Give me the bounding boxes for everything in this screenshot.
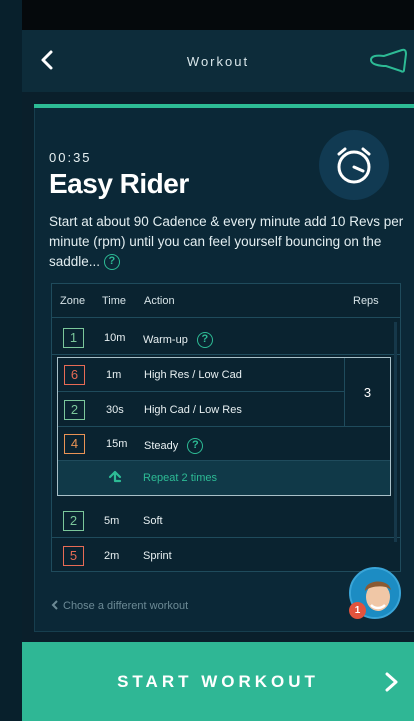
zone-badge: 4 (64, 434, 85, 454)
back-arrow-icon[interactable] (36, 48, 60, 72)
row-action-label: Soft (143, 515, 163, 527)
table-row[interactable]: 4 15m Steady ? (58, 427, 390, 461)
row-time: 10m (104, 332, 126, 344)
table-row[interactable]: 2 30s High Cad / Low Res (58, 393, 344, 427)
workout-title: Easy Rider (49, 168, 189, 199)
status-bar (22, 0, 414, 30)
notification-badge: 1 (349, 602, 366, 619)
page-title: Workout (186, 53, 250, 69)
row-action-label: Steady (144, 439, 179, 452)
choose-workout-link[interactable]: Chose a different workout (51, 600, 188, 612)
table-header: Zone Time Action Reps (52, 284, 400, 318)
header-time: Time (102, 295, 127, 307)
repeat-label: Repeat 2 times (143, 472, 217, 484)
chevron-right-icon (385, 672, 398, 692)
zone-badge: 6 (64, 365, 85, 385)
zone-badge: 5 (63, 546, 84, 566)
zone-badge: 2 (63, 511, 84, 531)
stopwatch-badge (319, 130, 389, 200)
help-icon[interactable]: ? (103, 254, 120, 271)
row-action-label: Sprint (143, 550, 172, 562)
help-icon[interactable]: ? (187, 438, 204, 454)
row-action-label: High Cad / Low Res (144, 404, 242, 416)
left-edge-panel (0, 0, 22, 721)
help-icon[interactable]: ? (196, 332, 213, 348)
choose-workout-label: Chose a different workout (63, 600, 189, 612)
row-time: 5m (104, 515, 120, 527)
table-row[interactable]: 1 10m Warm-up ? (52, 321, 400, 355)
row-time: 2m (104, 550, 120, 562)
zone-badge: 2 (64, 400, 85, 420)
group-reps: 3 (344, 358, 390, 427)
row-action: Steady ? (144, 438, 204, 454)
repeat-row: Repeat 2 times (58, 461, 390, 495)
workout-timer: 00:35 (49, 150, 92, 165)
row-action-label: High Res / Low Cad (144, 369, 242, 381)
nav-bar: Workout (22, 30, 414, 92)
start-workout-button[interactable]: START WORKOUT (22, 642, 414, 721)
table-row[interactable]: 6 1m High Res / Low Cad (58, 358, 344, 392)
zone-badge: 1 (63, 328, 84, 348)
header-action: Action (144, 295, 175, 307)
header-zone: Zone (60, 295, 86, 307)
workout-table: Zone Time Action Reps 1 10m Warm-up ? 6 … (51, 283, 401, 572)
table-row[interactable]: 5 2m Sprint (52, 539, 400, 573)
repeat-arrow-icon (108, 470, 122, 483)
row-time: 1m (106, 369, 122, 381)
row-time: 30s (106, 404, 124, 416)
row-action: Warm-up ? (143, 332, 213, 348)
header-reps: Reps (353, 295, 379, 307)
stopwatch-icon (337, 147, 371, 184)
saddle-icon[interactable] (368, 46, 408, 76)
workout-description-text: Start at about 90 Cadence & every minute… (49, 214, 404, 269)
row-time: 15m (106, 438, 128, 450)
table-scrollbar[interactable] (394, 322, 397, 542)
table-row[interactable]: 2 5m Soft (52, 504, 400, 538)
workout-card: 00:35 Easy Rider Start at about 90 Caden… (34, 108, 414, 632)
row-action-label: Warm-up (143, 333, 188, 346)
start-workout-label: START WORKOUT (117, 671, 319, 691)
workout-description: Start at about 90 Cadence & every minute… (49, 212, 405, 272)
chevron-left-icon (51, 600, 58, 610)
repeat-group: 6 1m High Res / Low Cad 2 30s High Cad /… (57, 357, 391, 496)
